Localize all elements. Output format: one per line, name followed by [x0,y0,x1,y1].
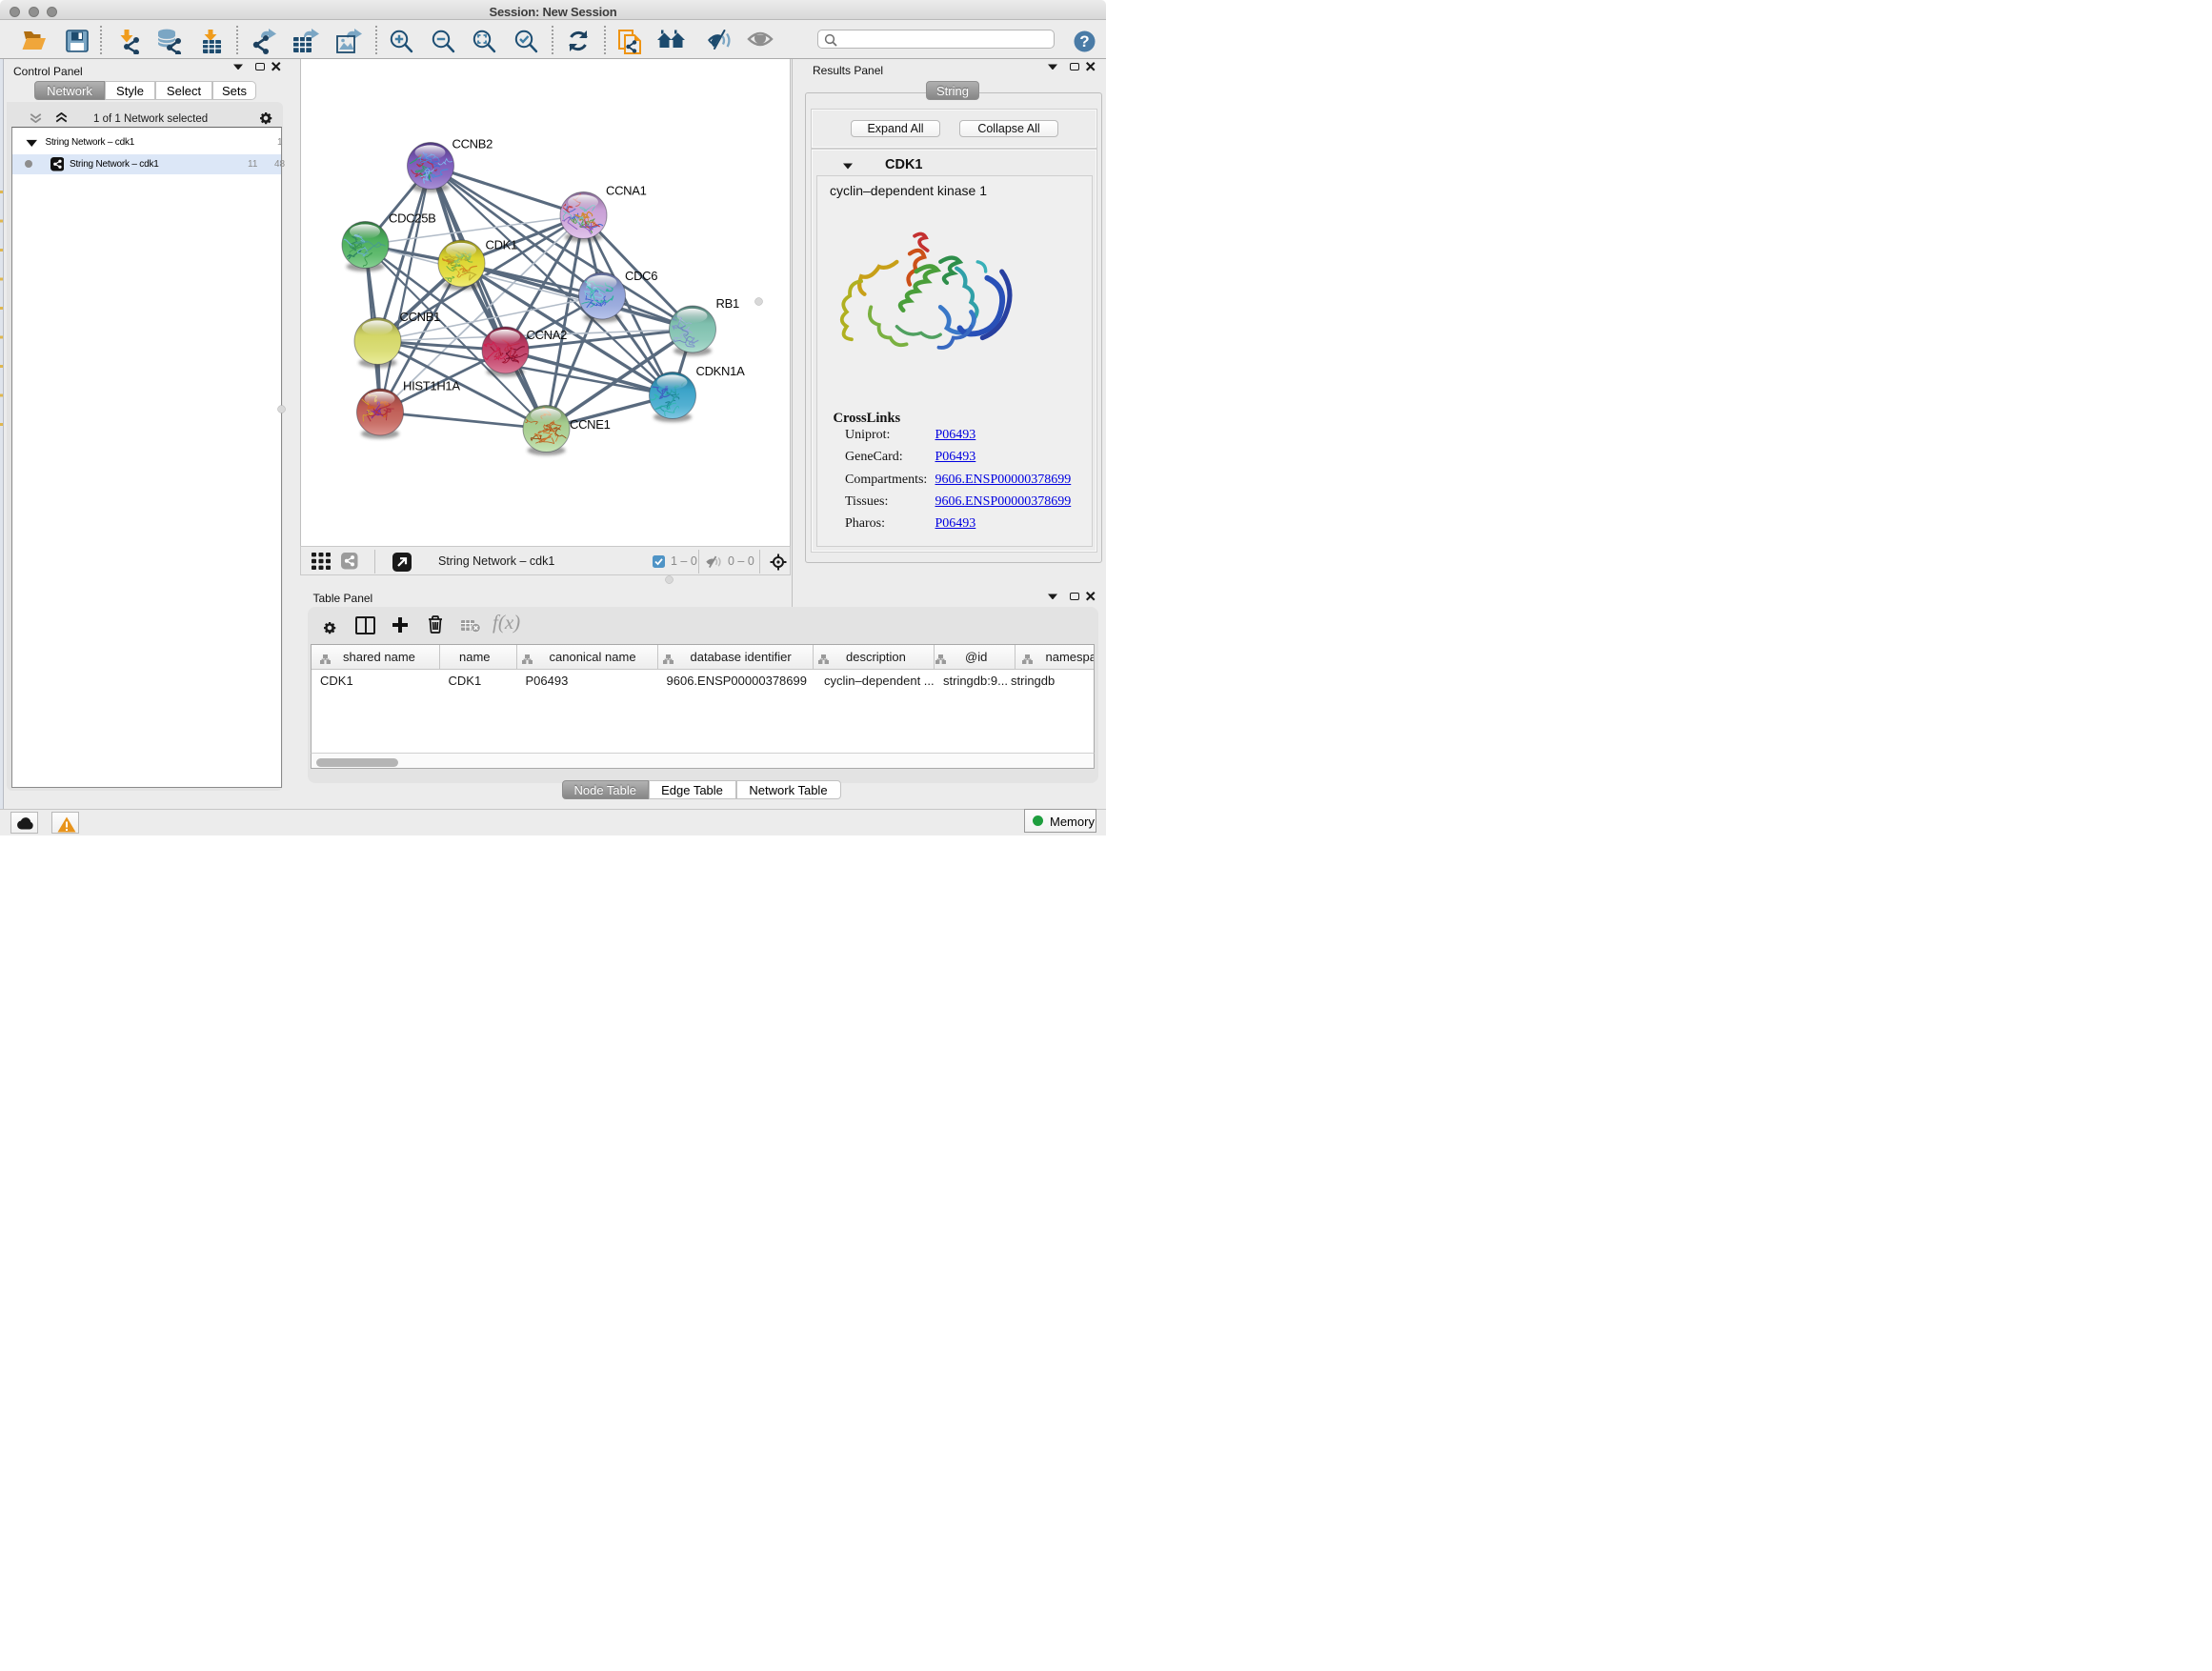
svg-text:CDC6: CDC6 [625,269,657,283]
svg-text:CCNB1: CCNB1 [400,310,441,324]
svg-text:CDK1: CDK1 [486,238,518,252]
svg-text:CDC25B: CDC25B [389,211,436,226]
svg-text:CCNA2: CCNA2 [527,328,568,342]
svg-text:HIST1H1A: HIST1H1A [403,379,460,393]
svg-text:CCNB2: CCNB2 [452,137,493,151]
svg-text:CCNE1: CCNE1 [570,417,611,432]
svg-text:?: ? [1079,32,1089,50]
svg-text:CDKN1A: CDKN1A [696,364,746,378]
svg-text:RB1: RB1 [716,296,739,311]
svg-text:CCNA1: CCNA1 [606,184,647,198]
